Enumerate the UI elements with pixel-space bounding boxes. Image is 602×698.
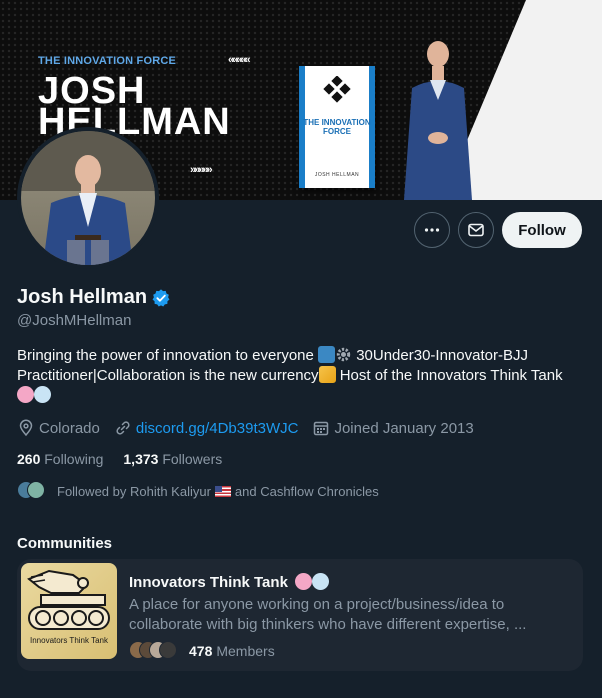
follow-button[interactable]: Follow <box>502 212 582 248</box>
profile-meta: Colorado discord.gg/4Db39t3WJC Joined Ja… <box>17 419 488 437</box>
gear-emoji-icon <box>335 346 352 363</box>
community-card[interactable]: Innovators Think Tank Innovators Think T… <box>17 559 583 671</box>
location-pin-icon <box>19 419 33 437</box>
community-image-caption: Innovators Think Tank <box>30 636 108 645</box>
more-horizontal-icon <box>424 228 440 232</box>
profile-bio: Bringing the power of innovation to ever… <box>17 346 577 406</box>
banner-kicker: THE INNOVATION FORCE <box>38 55 177 67</box>
location-item: Colorado <box>17 419 100 437</box>
community-description: A place for anyone working on a project/… <box>129 596 527 633</box>
joined-item: Joined January 2013 <box>312 419 474 437</box>
avatar-person-illustration <box>21 131 155 265</box>
banner-chevrons-bottom: »»»»» <box>190 164 213 176</box>
message-button[interactable] <box>458 212 494 248</box>
followers-count: 1,373 <box>123 451 159 467</box>
follower-avatar <box>27 481 45 499</box>
follow-counts: 260 Following 1,373 Followers <box>17 451 242 467</box>
us-flag-icon <box>214 485 231 497</box>
followed-by-prefix: Followed by Rohith Kaliyur <box>57 483 211 499</box>
communities-heading: Communities <box>17 535 113 552</box>
joined-text: Joined January 2013 <box>334 419 474 437</box>
community-member-avatars <box>129 641 185 661</box>
following-link[interactable]: 260 Following <box>17 451 103 467</box>
profile-handle: @JoshMHellman <box>17 312 132 329</box>
avatar-photo <box>21 131 155 265</box>
thought-bubble-emoji-icon <box>312 573 330 590</box>
following-label: Following <box>44 451 104 467</box>
community-image: Innovators Think Tank <box>21 563 117 659</box>
up-arrow-emoji-icon <box>318 346 336 363</box>
followed-by-row[interactable]: Followed by Rohith Kaliyur and Cashflow … <box>17 481 379 501</box>
banner-person-photo <box>404 41 472 200</box>
more-options-button[interactable] <box>414 212 450 248</box>
website-item[interactable]: discord.gg/4Db39t3WJC <box>114 419 299 437</box>
book-author: JOSH HELLMAN <box>314 172 360 178</box>
profile-name-row: Josh Hellman <box>17 286 171 309</box>
link-icon <box>116 421 130 435</box>
brain-emoji-icon <box>295 573 313 590</box>
calendar-icon <box>314 421 329 436</box>
followers-link[interactable]: 1,373 Followers <box>123 451 222 467</box>
followers-label: Followers <box>162 451 223 467</box>
community-member-label: Members <box>216 643 275 659</box>
website-link[interactable]: discord.gg/4Db39t3WJC <box>136 420 299 437</box>
followed-by-avatars <box>17 481 47 501</box>
community-member-count: 478 <box>189 643 213 659</box>
bio-text-3: Host of the Innovators Think Tank <box>335 367 563 384</box>
verified-badge-icon[interactable] <box>151 288 171 308</box>
envelope-icon <box>468 223 484 237</box>
community-title[interactable]: Innovators Think Tank <box>129 573 330 591</box>
profile-display-name: Josh Hellman <box>17 286 148 308</box>
community-members: 478 Members <box>129 641 275 661</box>
banner-chevrons-top: ««««« <box>228 54 251 66</box>
book-diamonds-logo <box>323 76 351 103</box>
followed-by-suffix: and Cashflow Chronicles <box>234 483 379 499</box>
profile-avatar[interactable] <box>17 127 159 269</box>
community-name: Innovators Think Tank <box>129 574 288 591</box>
banner-book-cover: THE INNOVATION FORCE JOSH HELLMAN <box>299 66 375 188</box>
location-text: Colorado <box>39 419 100 437</box>
community-tank-illustration <box>27 569 110 630</box>
money-emoji-icon <box>318 366 336 383</box>
following-count: 260 <box>17 451 41 467</box>
bio-text-1: Bringing the power of innovation to ever… <box>17 347 319 364</box>
brain-emoji-icon <box>17 386 34 403</box>
member-avatar <box>159 641 177 659</box>
book-title: THE INNOVATION FORCE <box>303 118 371 137</box>
thought-bubble-emoji-icon <box>34 386 51 403</box>
